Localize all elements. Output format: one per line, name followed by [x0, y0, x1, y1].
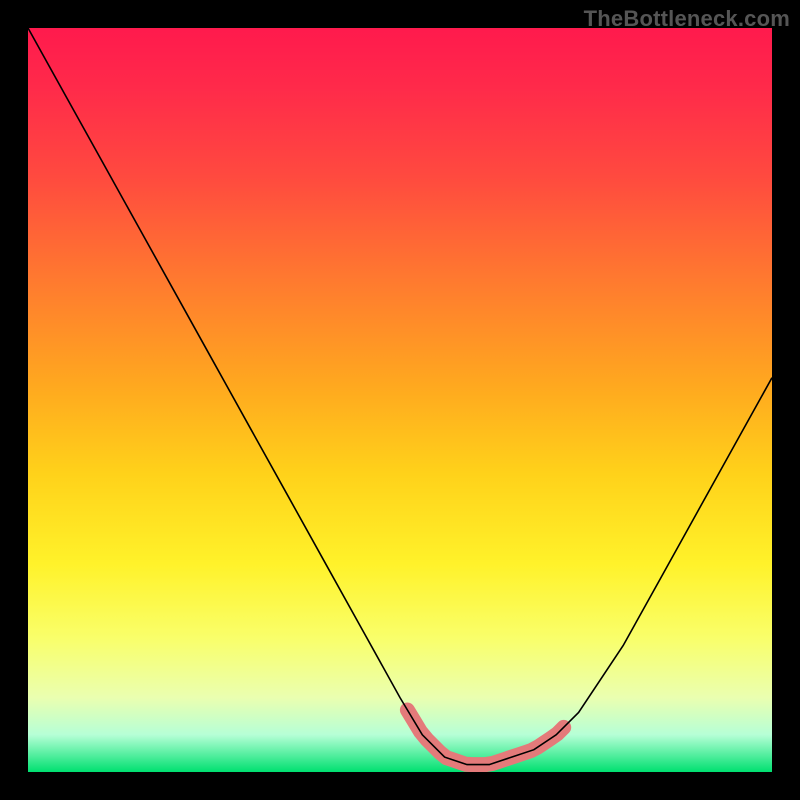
- optimal-range-highlight: [407, 710, 563, 765]
- bottleneck-curve: [28, 28, 772, 765]
- chart-frame: TheBottleneck.com: [0, 0, 800, 800]
- watermark-text: TheBottleneck.com: [584, 6, 790, 32]
- plot-area: [28, 28, 772, 772]
- curve-svg: [28, 28, 772, 772]
